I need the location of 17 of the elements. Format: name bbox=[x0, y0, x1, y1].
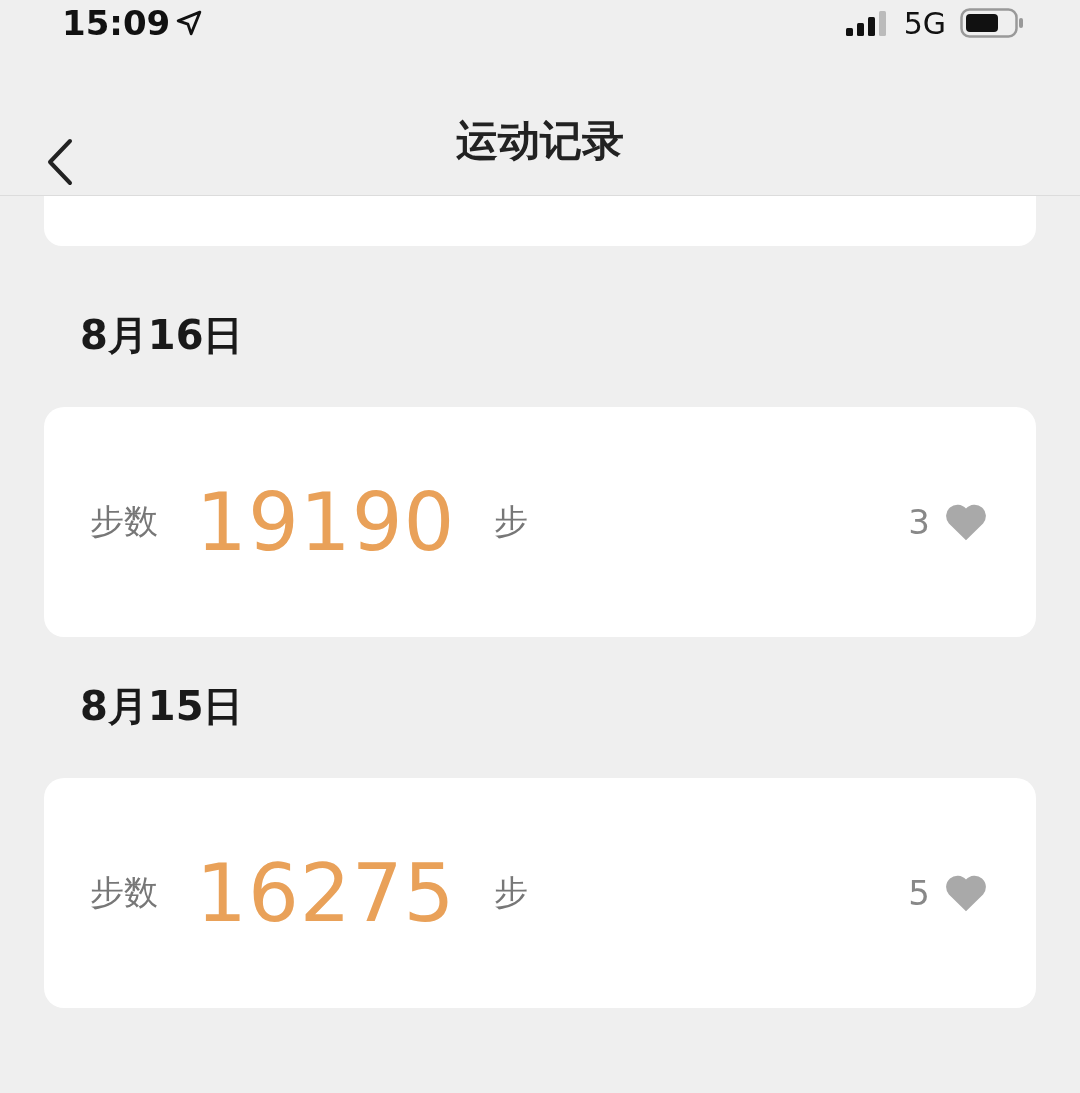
date-heading: 8月16日 bbox=[80, 311, 244, 360]
like-count: 5 bbox=[908, 873, 930, 913]
steps-unit: 步 bbox=[493, 500, 528, 543]
step-count: 19190 bbox=[196, 475, 456, 569]
status-time: 15:09 bbox=[62, 2, 171, 44]
steps-unit: 步 bbox=[493, 871, 528, 914]
page-title: 运动记录 bbox=[456, 114, 624, 167]
step-count: 16275 bbox=[196, 846, 456, 940]
battery-icon bbox=[960, 8, 1024, 38]
steps-label: 步数 bbox=[90, 871, 158, 914]
heart-icon[interactable] bbox=[944, 502, 988, 542]
like-count: 3 bbox=[908, 502, 930, 542]
location-arrow-icon bbox=[176, 10, 203, 36]
date-heading: 8月15日 bbox=[80, 682, 244, 731]
heart-icon[interactable] bbox=[944, 873, 988, 913]
network-label: 5G bbox=[903, 5, 946, 41]
steps-label: 步数 bbox=[90, 500, 158, 543]
